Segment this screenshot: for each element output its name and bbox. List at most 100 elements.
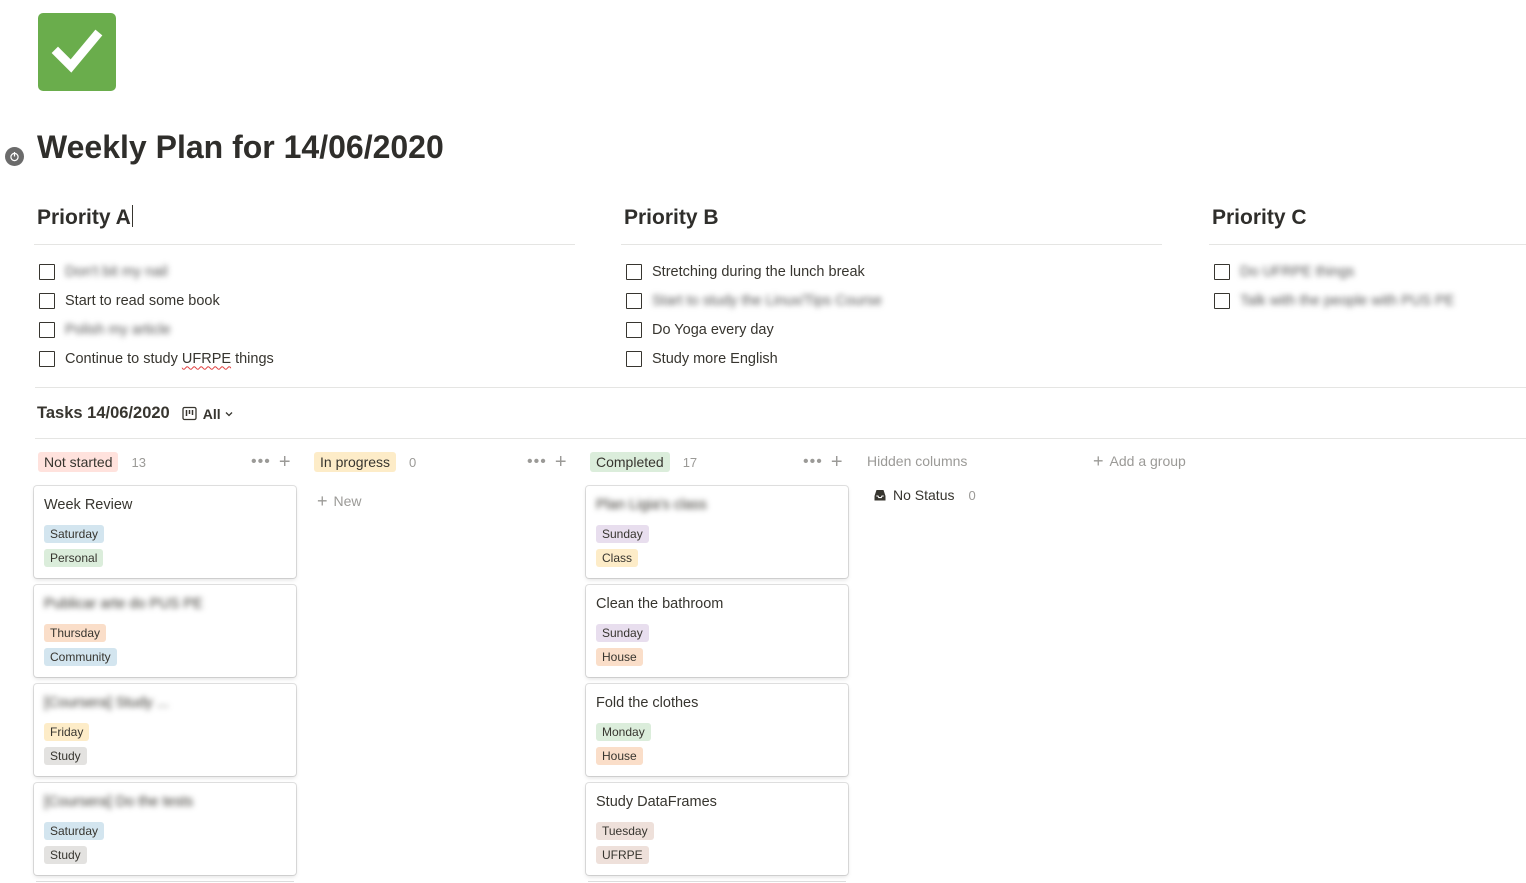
card-title: Study DataFrames bbox=[596, 794, 717, 810]
day-tag: Friday bbox=[44, 723, 90, 741]
more-icon[interactable]: ••• bbox=[803, 454, 823, 470]
column-header-not-started[interactable]: Not started 13 bbox=[38, 451, 146, 473]
column-actions: ••• + bbox=[803, 451, 843, 473]
card-title: Week Review bbox=[44, 497, 133, 513]
card-title: Clean the bathroom bbox=[596, 596, 724, 612]
no-status-count: 0 bbox=[968, 487, 976, 503]
add-icon[interactable]: + bbox=[279, 452, 291, 472]
category-tag: House bbox=[596, 648, 643, 666]
board-card[interactable]: Publicar arte do PUS PE Thursday Communi… bbox=[34, 585, 296, 677]
add-group-label: Add a group bbox=[1109, 453, 1186, 469]
database-title[interactable]: Tasks 14/06/2020 bbox=[37, 404, 170, 423]
board-card[interactable]: Clean the bathroom Sunday House bbox=[586, 585, 848, 677]
status-pill: In progress bbox=[314, 452, 397, 472]
todo-text: Talk with the people with PUS PE bbox=[1240, 292, 1455, 309]
plus-icon: + bbox=[317, 491, 328, 511]
todo-item[interactable]: Continue to study UFRPE things bbox=[37, 344, 274, 373]
checkbox[interactable] bbox=[39, 263, 55, 280]
add-icon[interactable]: + bbox=[555, 452, 567, 472]
database-divider bbox=[35, 438, 1526, 439]
priority-c-heading[interactable]: Priority C bbox=[1212, 202, 1526, 234]
todo-text: Start to read some book bbox=[65, 292, 220, 309]
board-card[interactable]: [Coursera] Study ... Friday Study bbox=[34, 684, 296, 776]
checkbox[interactable] bbox=[626, 263, 642, 280]
todo-item[interactable]: Start to read some book bbox=[37, 286, 274, 315]
todo-text: Stretching during the lunch break bbox=[652, 263, 865, 280]
no-status-group[interactable]: No Status 0 bbox=[873, 487, 976, 503]
todo-text: Don't bit my nail bbox=[65, 263, 168, 280]
category-tag: Class bbox=[596, 549, 639, 567]
card-title: Plan Ligia's class bbox=[596, 497, 707, 513]
page-title[interactable]: Weekly Plan for 14/06/2020 bbox=[37, 129, 444, 166]
checkbox[interactable] bbox=[626, 292, 642, 309]
add-group-button[interactable]: + Add a group bbox=[1093, 451, 1186, 471]
status-pill: Not started bbox=[38, 452, 119, 472]
priority-a-todo-list: Don't bit my nail Start to read some boo… bbox=[37, 257, 274, 373]
todo-item[interactable]: Do Yoga every day bbox=[624, 315, 882, 344]
checkbox[interactable] bbox=[39, 350, 55, 367]
page-icon-check[interactable] bbox=[38, 13, 116, 91]
block-handle-icon[interactable] bbox=[5, 147, 24, 166]
board-card[interactable]: Fold the clothes Monday House bbox=[586, 684, 848, 776]
board-card[interactable]: Study DataFrames Tuesday UFRPE bbox=[586, 783, 848, 875]
column-actions: ••• + bbox=[251, 451, 291, 473]
add-icon[interactable]: + bbox=[831, 452, 843, 472]
divider bbox=[34, 244, 575, 245]
column-count: 0 bbox=[409, 454, 417, 470]
day-tag: Tuesday bbox=[596, 822, 654, 840]
priority-a-heading[interactable]: Priority A bbox=[37, 202, 577, 234]
category-tag: House bbox=[596, 747, 643, 765]
day-tag: Sunday bbox=[596, 624, 649, 642]
todo-item[interactable]: Study more English bbox=[624, 344, 882, 373]
checkbox[interactable] bbox=[1214, 292, 1230, 309]
column-header-completed[interactable]: Completed 17 bbox=[590, 451, 697, 473]
no-status-label: No Status bbox=[893, 487, 955, 503]
todo-text: Do UFRPE things bbox=[1240, 263, 1355, 280]
category-tag: Study bbox=[44, 846, 87, 864]
category-tag: Community bbox=[44, 648, 117, 666]
priority-c-column: Priority C Do UFRPE things Talk with the… bbox=[1209, 202, 1526, 309]
board-card[interactable]: [Coursera] Do the tests Saturday Study bbox=[34, 783, 296, 875]
priority-b-todo-list: Stretching during the lunch break Start … bbox=[624, 257, 882, 373]
divider bbox=[1209, 244, 1526, 245]
todo-item[interactable]: Don't bit my nail bbox=[37, 257, 274, 286]
day-tag: Saturday bbox=[44, 822, 105, 840]
todo-item[interactable]: Do UFRPE things bbox=[1212, 257, 1454, 286]
board-card[interactable]: Week Review Saturday Personal bbox=[34, 486, 296, 578]
checkbox[interactable] bbox=[626, 350, 642, 367]
board-card[interactable]: Plan Ligia's class Sunday Class bbox=[586, 486, 848, 578]
next-card-edge bbox=[588, 881, 846, 882]
priority-c-todo-list: Do UFRPE things Talk with the people wit… bbox=[1212, 257, 1454, 315]
text-cursor bbox=[131, 205, 133, 227]
category-tag: Personal bbox=[44, 549, 104, 567]
checkbox[interactable] bbox=[1214, 263, 1230, 280]
view-label: All bbox=[202, 405, 221, 422]
more-icon[interactable]: ••• bbox=[251, 454, 271, 470]
check-mark-icon bbox=[51, 29, 103, 73]
column-header-in-progress[interactable]: In progress 0 bbox=[314, 451, 416, 473]
priority-b-heading[interactable]: Priority B bbox=[624, 202, 1164, 234]
database-header: Tasks 14/06/2020 All bbox=[37, 404, 234, 423]
category-tag: Study bbox=[44, 747, 87, 765]
hidden-columns-label: Hidden columns bbox=[867, 453, 968, 469]
todo-item[interactable]: Talk with the people with PUS PE bbox=[1212, 286, 1454, 315]
status-pill: Completed bbox=[590, 452, 670, 472]
checkbox[interactable] bbox=[39, 321, 55, 338]
todo-item[interactable]: Polish my article bbox=[37, 315, 274, 344]
new-card-button[interactable]: + New bbox=[317, 491, 362, 511]
new-label: New bbox=[333, 493, 362, 509]
checkbox[interactable] bbox=[39, 292, 55, 309]
todo-text: Start to study the Linux/Tips Course bbox=[652, 292, 882, 309]
todo-text: Polish my article bbox=[65, 321, 171, 338]
todo-text: Continue to study UFRPE things bbox=[65, 350, 274, 367]
view-selector[interactable]: All bbox=[182, 406, 234, 422]
divider bbox=[621, 244, 1162, 245]
todo-item[interactable]: Stretching during the lunch break bbox=[624, 257, 882, 286]
more-icon[interactable]: ••• bbox=[527, 454, 547, 470]
day-tag: Saturday bbox=[44, 525, 105, 543]
chevron-down-icon bbox=[225, 411, 233, 416]
todo-item[interactable]: Start to study the Linux/Tips Course bbox=[624, 286, 882, 315]
checkbox[interactable] bbox=[626, 321, 642, 338]
card-title: Publicar arte do PUS PE bbox=[44, 596, 203, 612]
board-view-icon bbox=[182, 406, 197, 421]
